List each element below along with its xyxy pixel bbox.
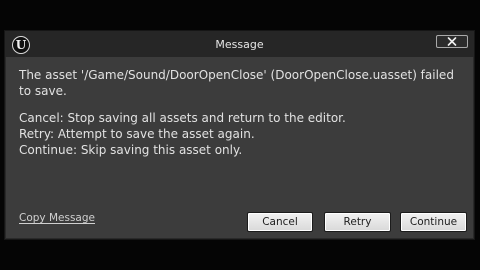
- dialog-title: Message: [215, 38, 264, 51]
- cancel-description: Cancel: Stop saving all assets and retur…: [19, 111, 346, 125]
- retry-description: Retry: Attempt to save the asset again.: [19, 127, 255, 141]
- unreal-logo-icon: U: [12, 36, 30, 54]
- cancel-button[interactable]: Cancel: [247, 212, 313, 232]
- copy-message-link[interactable]: Copy Message: [19, 212, 95, 224]
- retry-button[interactable]: Retry: [324, 212, 391, 232]
- continue-description: Continue: Skip saving this asset only.: [19, 143, 243, 157]
- message-dialog: Message U The asset '/Game/Sound/DoorOpe…: [4, 30, 475, 240]
- close-button[interactable]: [436, 35, 468, 48]
- error-text: The asset '/Game/Sound/DoorOpenClose' (D…: [19, 68, 454, 98]
- title-bar[interactable]: Message U: [5, 31, 474, 57]
- message-body: The asset '/Game/Sound/DoorOpenClose' (D…: [19, 67, 459, 158]
- close-icon: [447, 37, 457, 46]
- continue-button[interactable]: Continue: [400, 212, 467, 232]
